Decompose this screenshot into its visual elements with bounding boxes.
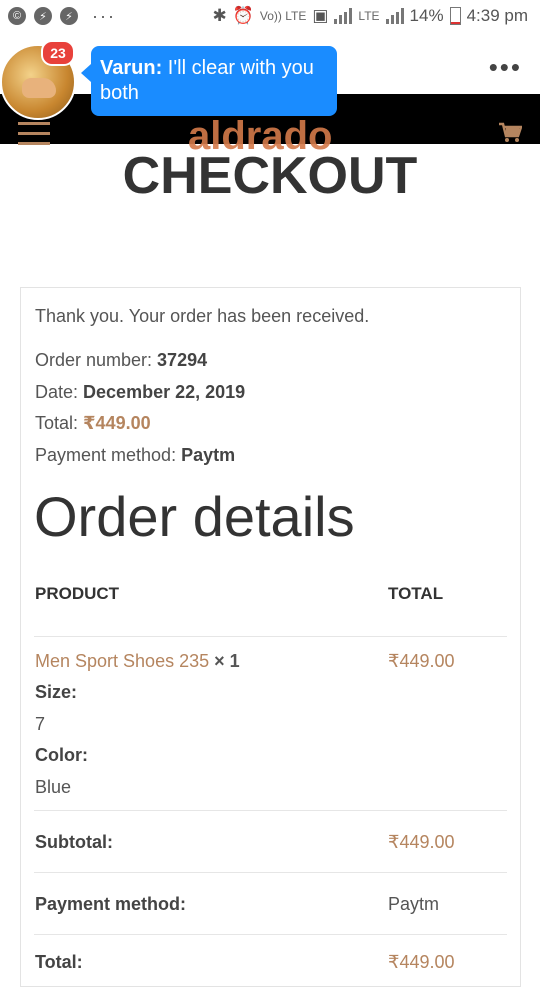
signal-icon (334, 8, 353, 24)
order-total-label: Total: (35, 413, 84, 433)
subtotal-value: ₹449.00 (388, 832, 455, 852)
product-price: ₹449.00 (388, 651, 455, 671)
more-options-icon[interactable]: ••• (489, 52, 522, 83)
order-number-label: Order number: (35, 350, 158, 370)
order-card: Thank you. Your order has been received.… (20, 287, 521, 987)
chat-message-bubble[interactable]: Varun: I'll clear with you both (81, 46, 337, 116)
volte-indicator: Vo)) LTE (259, 9, 307, 23)
signal-icon-2 (385, 8, 404, 24)
page-title: CHECKOUT (122, 147, 418, 205)
column-header-product: PRODUCT (35, 584, 120, 603)
size-label: Size: (35, 682, 78, 702)
order-number: Order number: 37294 (35, 350, 207, 371)
status-bar: © ⚡ ⚡ ··· ✱ ⏰ Vo)) LTE ▣ LTE 14% 4:39 pm (0, 0, 540, 32)
more-notifications-icon: ··· (92, 5, 116, 26)
unread-count-badge: 23 (41, 40, 75, 66)
order-received-message: Thank you. Your order has been received. (35, 306, 370, 326)
nfc-icon: ▣ (312, 6, 329, 25)
subtotal-label: Subtotal: (35, 832, 113, 852)
order-total: Total: ₹449.00 (35, 413, 151, 434)
order-payment-label: Payment method: (35, 445, 182, 465)
total-label: Total: (35, 952, 83, 972)
divider (34, 872, 507, 873)
payment-method-value: Paytm (388, 894, 440, 914)
menu-icon[interactable] (18, 122, 50, 145)
lte-indicator: LTE (358, 9, 380, 23)
clock: 4:39 pm (466, 6, 528, 25)
order-total-value: ₹449.00 (83, 413, 151, 433)
divider (34, 636, 507, 637)
messenger-icon-2: ⚡ (60, 7, 78, 25)
column-header-total: TOTAL (388, 584, 444, 603)
product-line: Men Sport Shoes 235 × 1 (35, 651, 240, 672)
divider (34, 810, 507, 811)
order-date: Date: December 22, 2019 (35, 382, 245, 403)
color-label: Color: (35, 745, 88, 765)
order-details-heading: Order details (34, 485, 355, 548)
order-number-value: 37294 (157, 350, 208, 370)
order-payment-value: Paytm (181, 445, 236, 465)
divider (34, 934, 507, 935)
messenger-icon: ⚡ (34, 7, 52, 25)
bluetooth-icon: ✱ (212, 6, 227, 25)
product-qty: × 1 (209, 651, 240, 671)
cart-icon[interactable] (498, 122, 522, 144)
battery-icon (449, 7, 461, 25)
battery-percent: 14% (409, 6, 444, 25)
order-date-label: Date: (35, 382, 84, 402)
app-notification-icon: © (8, 7, 26, 25)
total-value: ₹449.00 (388, 952, 455, 972)
chat-sender: Varun: (100, 57, 163, 79)
order-date-value: December 22, 2019 (83, 382, 246, 402)
order-payment: Payment method: Paytm (35, 445, 235, 466)
size-value: 7 (35, 714, 46, 734)
color-value: Blue (35, 777, 72, 797)
product-link[interactable]: Men Sport Shoes 235 (35, 651, 209, 671)
avatar-image (22, 78, 56, 98)
alarm-icon: ⏰ (232, 6, 254, 25)
payment-method-label: Payment method: (35, 894, 187, 914)
